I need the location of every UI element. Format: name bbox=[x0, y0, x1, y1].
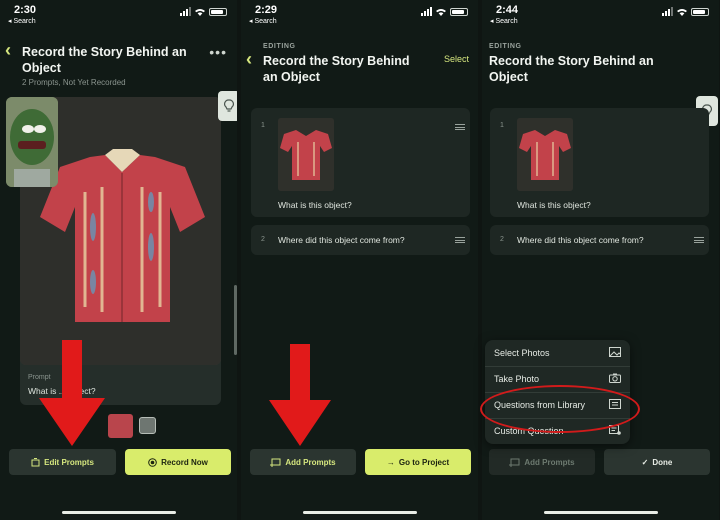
status-icons bbox=[180, 7, 227, 16]
prompt-question: What is this object? bbox=[278, 200, 352, 210]
prompt-question: What is this object? bbox=[517, 200, 591, 210]
add-prompts-icon bbox=[509, 458, 520, 467]
drag-handle-icon[interactable] bbox=[455, 124, 465, 130]
add-prompts-button[interactable]: Add Prompts bbox=[489, 449, 595, 475]
search-back-link[interactable]: ◂ Search bbox=[490, 17, 518, 25]
add-prompts-icon bbox=[270, 458, 281, 467]
page-title-line2: an Object bbox=[263, 70, 320, 84]
status-time: 2:44 bbox=[496, 4, 519, 16]
go-to-project-button[interactable]: → Go to Project bbox=[365, 449, 471, 475]
signal-icon bbox=[662, 7, 673, 16]
menu-item-select-photos[interactable]: Select Photos bbox=[485, 340, 630, 366]
prompt-number: 2 bbox=[500, 236, 504, 243]
page-title: Record the Story Behind an Object bbox=[489, 53, 654, 85]
add-prompts-label: Add Prompts bbox=[285, 457, 336, 467]
done-button[interactable]: ✓ Done bbox=[604, 449, 710, 475]
record-now-button[interactable]: Record Now bbox=[125, 449, 231, 475]
battery-icon bbox=[209, 7, 227, 16]
page-title: Record the Story Behind an Object bbox=[263, 53, 410, 85]
status-time: 2:30 bbox=[14, 4, 37, 16]
prompt-card-1[interactable]: 1 What is this object? bbox=[490, 108, 709, 217]
prompt-question: Where did this object come from? bbox=[278, 235, 405, 245]
home-indicator bbox=[61, 511, 176, 514]
wifi-icon bbox=[436, 8, 446, 16]
drag-handle-icon[interactable] bbox=[694, 237, 704, 243]
wifi-icon bbox=[677, 8, 687, 16]
thumbnail-placeholder[interactable] bbox=[139, 417, 156, 434]
edit-prompts-label: Edit Prompts bbox=[44, 457, 94, 467]
search-back-link[interactable]: ◂ Search bbox=[8, 17, 36, 25]
status-icons bbox=[662, 7, 709, 16]
editing-label: EDITING bbox=[263, 43, 296, 50]
status-icons bbox=[421, 7, 468, 16]
add-prompts-button[interactable]: Add Prompts bbox=[250, 449, 356, 475]
prompt-number: 2 bbox=[261, 236, 265, 243]
down-arrow-annotation bbox=[269, 344, 331, 446]
status-bar: 2:30 ◂ Search bbox=[0, 0, 237, 28]
prompt-card-2[interactable]: 2 Where did this object come from? bbox=[251, 225, 470, 255]
prompt-photo[interactable] bbox=[517, 118, 573, 191]
highlight-oval-annotation bbox=[480, 385, 640, 433]
page-title: Record the Story Behind an Object bbox=[22, 44, 187, 76]
more-icon[interactable]: ••• bbox=[209, 44, 227, 60]
search-back-link[interactable]: ◂ Search bbox=[249, 17, 277, 25]
project-status: 2 Prompts, Not Yet Recorded bbox=[22, 78, 126, 87]
chevron-left-icon[interactable]: ‹ bbox=[246, 49, 252, 70]
screen-project-overview: 2:30 ◂ Search ‹ Record the Story Behind … bbox=[0, 0, 237, 520]
editing-label: EDITING bbox=[489, 43, 522, 50]
signal-icon bbox=[180, 7, 191, 16]
screen-editing-prompts: 2:29 ◂ Search EDITING ‹ Record the Story… bbox=[241, 0, 478, 520]
status-bar: 2:44 ◂ Search bbox=[482, 0, 719, 28]
menu-label: Select Photos bbox=[494, 348, 550, 358]
down-arrow-annotation bbox=[39, 340, 105, 446]
record-now-label: Record Now bbox=[161, 457, 208, 467]
edit-icon bbox=[31, 457, 40, 466]
done-label: Done bbox=[652, 457, 673, 467]
wifi-icon bbox=[195, 8, 205, 16]
battery-icon bbox=[450, 7, 468, 16]
battery-icon bbox=[691, 7, 709, 16]
photo-icon bbox=[609, 347, 621, 357]
edit-prompts-button[interactable]: Edit Prompts bbox=[9, 449, 116, 475]
prompt-card-1[interactable]: 1 What is this object? bbox=[251, 108, 470, 217]
home-indicator bbox=[543, 511, 658, 514]
status-bar: 2:29 ◂ Search bbox=[241, 0, 478, 28]
menu-label: Take Photo bbox=[494, 374, 540, 384]
camera-icon bbox=[609, 373, 621, 383]
record-icon bbox=[148, 457, 157, 467]
prompt-question: Where did this object come from? bbox=[517, 235, 644, 245]
thumbnail-shirt[interactable] bbox=[108, 414, 133, 438]
status-time: 2:29 bbox=[255, 4, 278, 16]
add-prompts-label: Add Prompts bbox=[524, 457, 575, 467]
page-title-line1: Record the Story Behind an bbox=[489, 54, 654, 68]
page-title-line2: Object bbox=[489, 70, 528, 84]
page-title-line2: Object bbox=[22, 61, 61, 75]
select-button[interactable]: Select bbox=[444, 54, 469, 64]
go-to-project-label: Go to Project bbox=[398, 457, 450, 467]
home-indicator bbox=[302, 511, 417, 514]
prompt-number: 1 bbox=[500, 122, 504, 129]
prompt-photo[interactable] bbox=[278, 118, 334, 191]
scrollbar[interactable] bbox=[234, 285, 237, 355]
profile-photo[interactable] bbox=[6, 97, 58, 187]
chevron-left-icon[interactable]: ‹ bbox=[5, 40, 11, 61]
lightbulb-icon[interactable] bbox=[218, 91, 237, 121]
drag-handle-icon[interactable] bbox=[455, 237, 465, 243]
page-title-line1: Record the Story Behind an bbox=[22, 45, 187, 59]
prompt-number: 1 bbox=[261, 122, 265, 129]
prompt-card-2[interactable]: 2 Where did this object come from? bbox=[490, 225, 709, 255]
page-title-line1: Record the Story Behind bbox=[263, 54, 410, 68]
checkmark-icon: ✓ bbox=[641, 457, 649, 467]
signal-icon bbox=[421, 7, 432, 16]
arrow-right-icon: → bbox=[386, 457, 395, 467]
